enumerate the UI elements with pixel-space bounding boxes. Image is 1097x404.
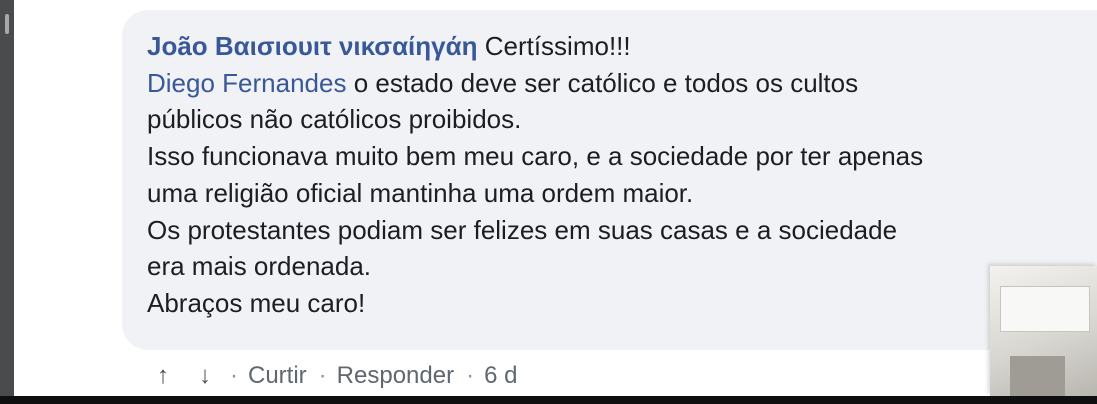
comment-line: Os protestantes podiam ser felizes em su… [147, 214, 898, 245]
comment-body: João Bαισιουιτ νικσαίηγάη Certíssimo!!! … [147, 28, 1092, 322]
downvote-icon[interactable]: ↓ [192, 362, 218, 390]
timestamp-link[interactable]: 6 d [484, 362, 517, 390]
comment-mention-text: o estado deve ser católico e todos os cu… [353, 67, 859, 98]
reply-link[interactable]: Responder [337, 362, 454, 390]
comment-line: uma religião oficial mantinha uma ordem … [147, 177, 694, 208]
comment-line: era mais ordenada. [147, 251, 372, 282]
comment-line: Abraços meu caro! [147, 287, 366, 318]
comment-first-line-text: Certíssimo!!! [484, 31, 631, 61]
thumbnail-shadow-shape [1010, 356, 1065, 396]
comment-actions: ↑ ↓ · Curtir · Responder · 6 d [150, 360, 517, 392]
bottom-edge-bar [0, 396, 1097, 404]
separator-dot: · [318, 362, 327, 389]
scrollbar-strip[interactable] [0, 0, 14, 400]
thumbnail-window-shape [1000, 286, 1090, 332]
separator-dot: · [466, 362, 475, 389]
comment-line: Isso funcionava muito bem meu caro, e a … [147, 141, 924, 172]
like-link[interactable]: Curtir [248, 362, 307, 390]
mention-link[interactable]: Diego Fernandes [147, 68, 346, 98]
upvote-icon[interactable]: ↑ [150, 362, 176, 390]
comment-line: públicos não católicos proibidos. [147, 104, 522, 135]
comment-second-line: Diego Fernandes o estado deve ser católi… [147, 65, 1092, 102]
author-name-link[interactable]: João Bαισιουιτ νικσαίηγάη [147, 31, 477, 61]
video-thumbnail[interactable] [990, 266, 1097, 396]
separator-dot: · [230, 362, 238, 389]
comment-first-line: João Bαισιουιτ νικσαίηγάη Certíssimo!!! [147, 28, 1092, 65]
